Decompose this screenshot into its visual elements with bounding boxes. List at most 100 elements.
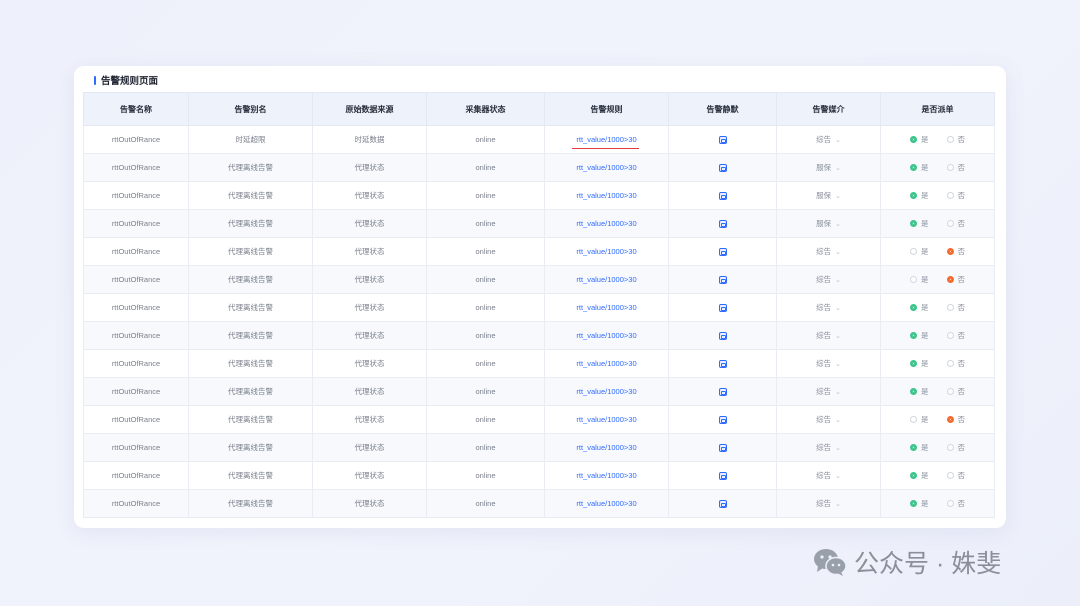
cell-alert-alias: 代理离线告警 <box>188 153 313 182</box>
radio-yes[interactable]: 是 <box>910 162 929 173</box>
alert-rule-link[interactable]: rtt_value/1000>30 <box>576 275 636 284</box>
media-select[interactable]: 综告 ⌄ <box>816 246 841 257</box>
alert-rule-link[interactable]: rtt_value/1000>30 <box>576 191 636 200</box>
radio-yes[interactable]: 是 <box>910 302 929 313</box>
alert-rule-link[interactable]: rtt_value/1000>30 <box>576 303 636 312</box>
radio-yes[interactable]: 是 <box>910 134 929 145</box>
alert-rule-link[interactable]: rtt_value/1000>30 <box>576 219 636 228</box>
alert-rule-text: rtt_value/1000>30 <box>576 359 637 368</box>
radio-yes[interactable]: 是 <box>910 246 929 257</box>
silence-toggle-icon[interactable] <box>718 332 727 340</box>
alert-rule-link[interactable]: rtt_value/1000>30 <box>576 471 636 480</box>
silence-toggle-icon[interactable] <box>718 472 727 480</box>
radio-yes[interactable]: 是 <box>910 386 929 397</box>
alert-rule-link[interactable]: rtt_value/1000>30 <box>572 135 639 149</box>
radio-no[interactable]: 否 <box>946 470 965 481</box>
radio-yes[interactable]: 是 <box>910 190 929 201</box>
silence-toggle-icon[interactable] <box>718 248 727 256</box>
radio-yes[interactable]: 是 <box>910 414 929 425</box>
silence-toggle-icon[interactable] <box>718 220 727 228</box>
radio-circle-icon <box>946 500 954 507</box>
media-select[interactable]: 综告 ⌄ <box>816 414 841 425</box>
cell-data-source: 代理状态 <box>312 405 427 434</box>
media-select[interactable]: 综告 ⌄ <box>816 442 841 453</box>
radio-no-label: 否 <box>957 359 966 368</box>
media-select-value: 综告 <box>816 275 832 284</box>
radio-no[interactable]: 否 <box>946 134 965 145</box>
media-select[interactable]: 综告 ⌄ <box>816 358 841 369</box>
radio-yes[interactable]: 是 <box>910 470 929 481</box>
media-select-value: 服保 <box>816 191 832 200</box>
radio-no[interactable]: 否 <box>946 330 965 341</box>
radio-no-label: 否 <box>957 191 966 200</box>
cell-alert-rule: rtt_value/1000>30 <box>544 377 669 406</box>
silence-toggle-icon[interactable] <box>718 416 727 424</box>
cell-alert-media: 综告 ⌄ <box>776 293 881 322</box>
media-select[interactable]: 服保 ⌄ <box>816 162 841 173</box>
cell-alert-alias: 代理离线告警 <box>188 293 313 322</box>
media-select[interactable]: 综告 ⌄ <box>816 330 841 341</box>
radio-no-label: 否 <box>957 387 966 396</box>
radio-no[interactable]: 否 <box>946 302 965 313</box>
cell-alert-alias: 代理离线告警 <box>188 237 313 266</box>
radio-yes[interactable]: 是 <box>910 330 929 341</box>
media-select[interactable]: 综告 ⌄ <box>816 498 841 509</box>
silence-toggle-icon[interactable] <box>718 276 727 284</box>
radio-no[interactable]: 否 <box>946 190 966 201</box>
radio-no[interactable]: 否 <box>946 414 966 425</box>
alert-rule-link[interactable]: rtt_value/1000>30 <box>576 163 636 172</box>
alert-rule-link[interactable]: rtt_value/1000>30 <box>576 387 636 396</box>
radio-yes[interactable]: 是 <box>910 274 929 285</box>
alert-rule-text: rtt_value/1000>30 <box>576 471 637 480</box>
media-select[interactable]: 综告 ⌄ <box>816 134 841 145</box>
radio-yes[interactable]: 是 <box>910 218 929 229</box>
radio-no[interactable]: 否 <box>946 442 965 453</box>
alert-rule-text: rtt_value/1000>30 <box>576 387 637 396</box>
alert-rule-link[interactable]: rtt_value/1000>30 <box>576 443 636 452</box>
alert-rule-link[interactable]: rtt_value/1000>30 <box>576 359 636 368</box>
silence-toggle-icon[interactable] <box>718 388 727 396</box>
radio-no[interactable]: 否 <box>946 246 966 257</box>
cell-alert-silence <box>668 265 777 294</box>
media-select[interactable]: 综告 ⌄ <box>816 274 841 285</box>
media-select[interactable]: 综告 ⌄ <box>816 386 841 397</box>
silence-toggle-icon[interactable] <box>718 360 727 368</box>
silence-toggle-icon[interactable] <box>718 500 727 508</box>
radio-no[interactable]: 否 <box>946 274 965 285</box>
radio-yes[interactable]: 是 <box>910 498 929 509</box>
silence-toggle-icon[interactable] <box>718 136 727 144</box>
alert-rule-link[interactable]: rtt_value/1000>30 <box>576 499 636 508</box>
cell-alert-media: 综告 ⌄ <box>776 489 881 518</box>
radio-no[interactable]: 否 <box>946 498 965 509</box>
alert-rule-text: rtt_value/1000>30 <box>576 247 637 256</box>
silence-toggle-icon[interactable] <box>718 304 727 312</box>
silence-toggle-icon[interactable] <box>718 192 727 200</box>
alert-rule-text: rtt_value/1000>30 <box>576 163 637 172</box>
radio-yes[interactable]: 是 <box>910 442 929 453</box>
table-row: rttOutOfRance 代理离线告警 代理状态 online rtt_value/1… <box>83 265 995 294</box>
radio-no[interactable]: 否 <box>946 162 965 173</box>
media-select[interactable]: 综告 ⌄ <box>816 470 841 481</box>
radio-no[interactable]: 否 <box>946 386 966 397</box>
cell-dispatch: 是否 <box>880 377 995 406</box>
media-select[interactable]: 服保 ⌄ <box>816 190 841 201</box>
alert-rule-link[interactable]: rtt_value/1000>30 <box>576 415 636 424</box>
silence-toggle-icon[interactable] <box>718 164 727 172</box>
table-row: rttOutOfRance 代理离线告警 代理状态 online rtt_value/1… <box>83 181 995 210</box>
table-header-row: 告警名称 告警别名 原始数据来源 采集器状态 告警规则 告警静默 告警媒介 是否… <box>83 92 995 126</box>
alert-rule-link[interactable]: rtt_value/1000>30 <box>576 331 636 340</box>
silence-toggle-icon[interactable] <box>718 444 727 452</box>
radio-no-label: 否 <box>957 415 966 424</box>
media-select[interactable]: 综告 ⌄ <box>816 302 841 313</box>
alert-rule-link[interactable]: rtt_value/1000>30 <box>576 247 636 256</box>
radio-no[interactable]: 否 <box>946 218 965 229</box>
radio-circle-icon <box>946 472 954 479</box>
radio-no[interactable]: 否 <box>946 358 966 369</box>
radio-no-label: 否 <box>957 247 966 256</box>
radio-circle-icon <box>946 192 954 199</box>
cell-alert-silence <box>668 209 777 238</box>
alert-rule-text: rtt_value/1000>30 <box>576 499 637 508</box>
cell-alert-rule: rtt_value/1000>30 <box>544 433 669 462</box>
media-select[interactable]: 服保 ⌄ <box>816 218 841 229</box>
radio-yes[interactable]: 是 <box>910 358 929 369</box>
